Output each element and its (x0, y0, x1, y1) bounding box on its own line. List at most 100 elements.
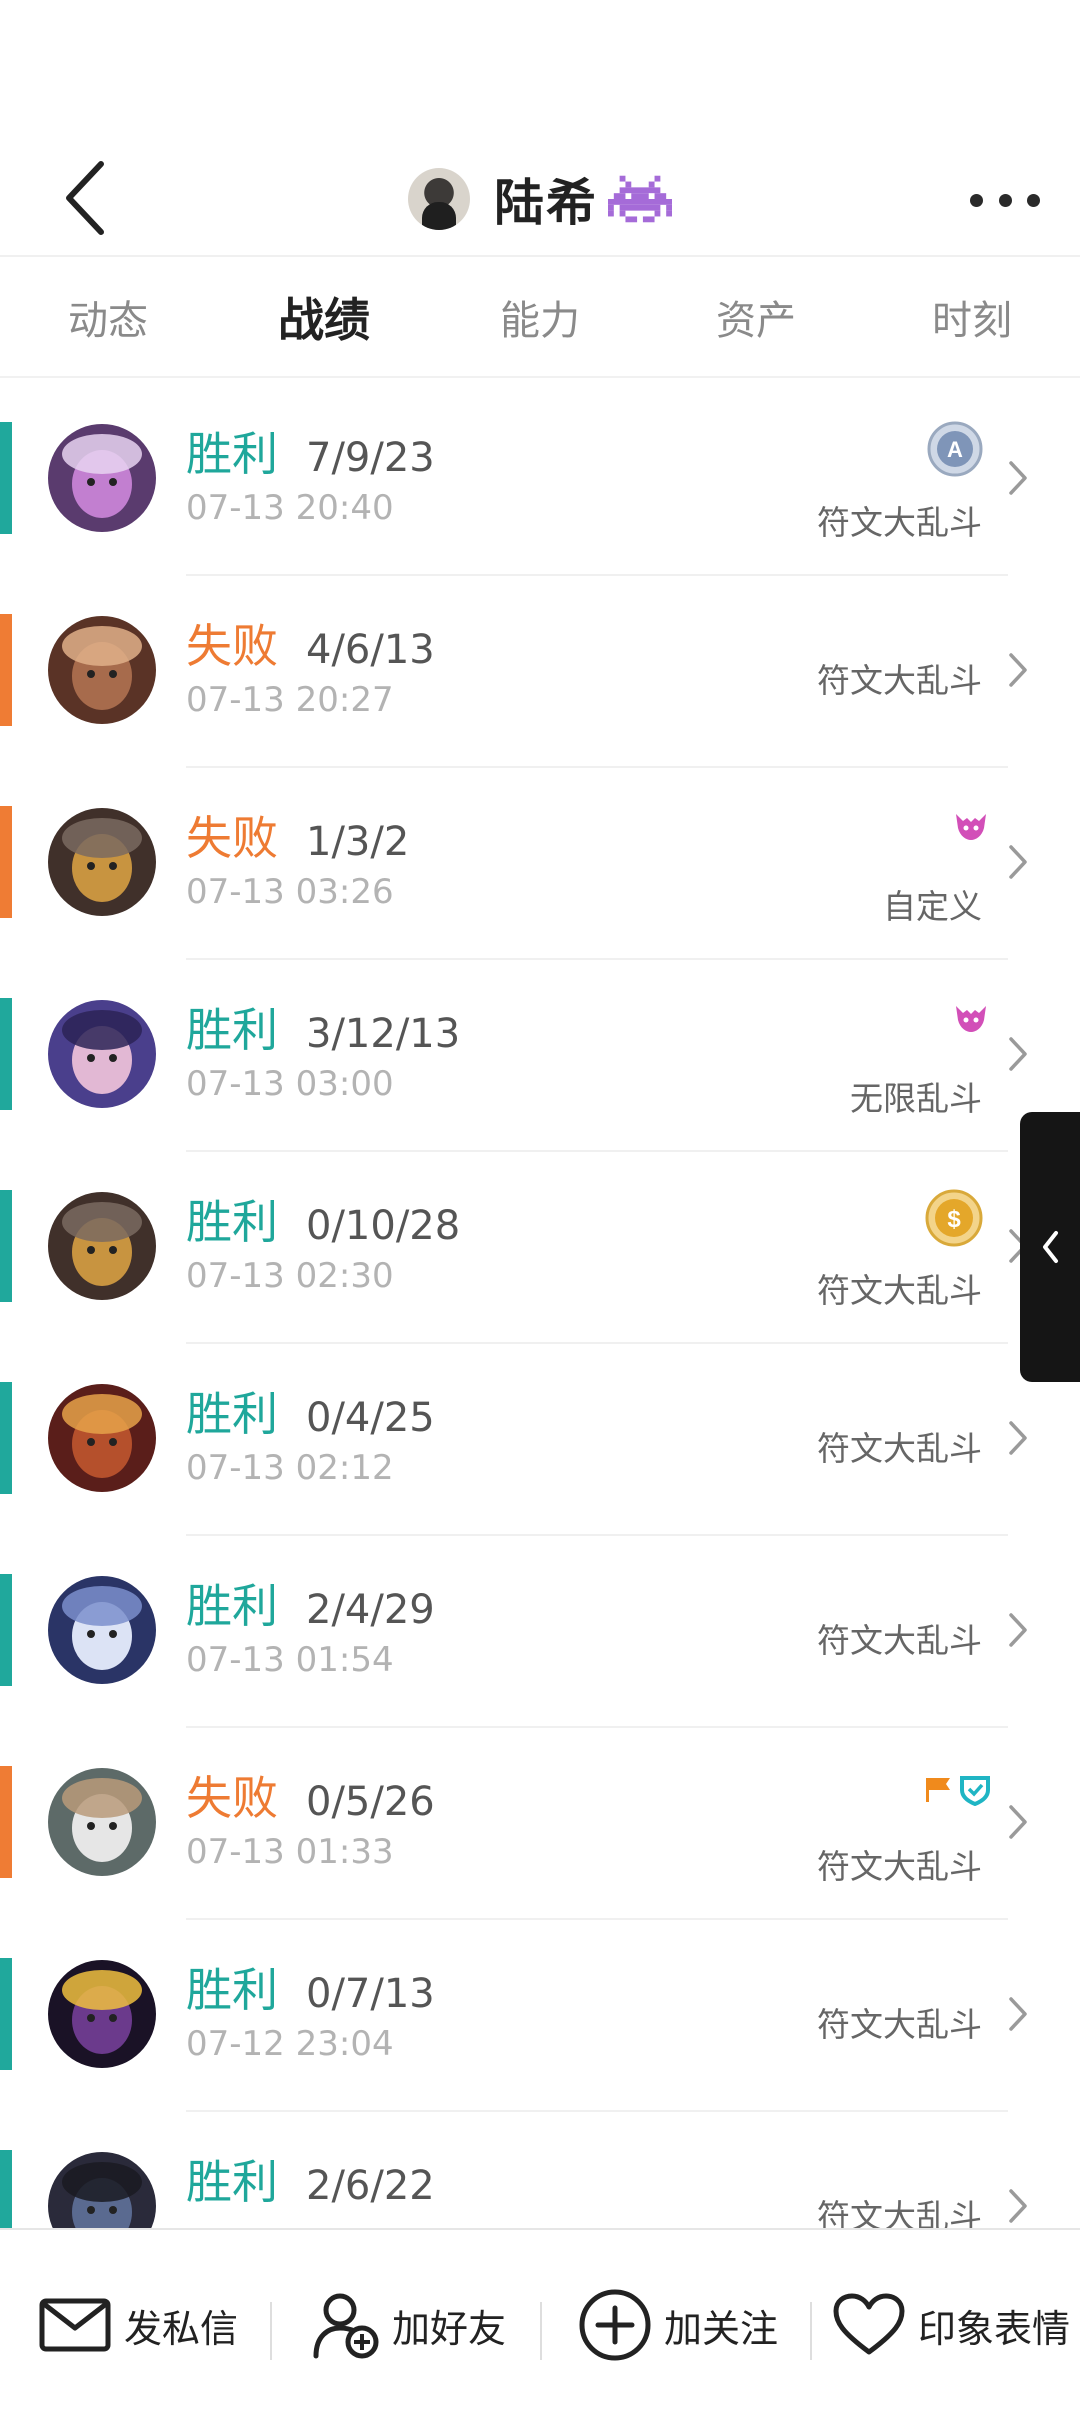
chevron-right-icon (1009, 845, 1027, 879)
match-row[interactable]: 胜利 0/7/13 07-12 23:04 符文大乱斗 (0, 1920, 1080, 2112)
champion-avatar (48, 424, 156, 532)
champion-avatar (48, 1576, 156, 1684)
match-history-page: 陆希 动态 战绩 能力 资产 时刻 胜利 7/9/23 07-13 20:40 … (0, 0, 1080, 2414)
match-result: 胜利 (186, 1387, 278, 1441)
match-time: 07-13 03:00 (186, 1064, 394, 1104)
match-result: 失败 (186, 619, 278, 673)
game-mode: 符文大乱斗 (817, 1847, 982, 1886)
match-result: 胜利 (186, 2155, 278, 2209)
result-indicator-bar (0, 806, 12, 918)
match-row[interactable]: 胜利 0/4/25 07-13 02:12 符文大乱斗 (0, 1344, 1080, 1536)
impression-label: 印象表情 (918, 2306, 1071, 2351)
champion-avatar (48, 1960, 156, 2068)
match-time: 07-13 01:33 (186, 1832, 394, 1872)
tab-moments[interactable]: 时刻 (864, 288, 1080, 346)
match-result: 失败 (186, 811, 278, 865)
match-row[interactable]: 失败 0/5/26 07-13 01:33 符文大乱斗 (0, 1728, 1080, 1920)
match-row[interactable]: 胜利 2/4/29 07-13 01:54 符文大乱斗 (0, 1536, 1080, 1728)
divider (810, 2302, 812, 2360)
add-friend-icon (313, 2293, 379, 2359)
match-row[interactable]: 胜利 0/10/28 07-13 02:30 $ 符文大乱斗 (0, 1152, 1080, 1344)
result-indicator-bar (0, 1958, 12, 2070)
match-time: 07-13 20:40 (186, 488, 394, 528)
kda-score: 1/3/2 (306, 819, 410, 865)
match-row[interactable]: 胜利 3/12/13 07-13 03:00 无限乱斗 (0, 960, 1080, 1152)
match-row[interactable]: 失败 4/6/13 07-13 20:27 符文大乱斗 (0, 576, 1080, 768)
add-friend-label: 加好友 (392, 2306, 507, 2351)
demon-icon (956, 814, 986, 840)
match-badge: A (926, 420, 984, 482)
match-badge: $ (924, 1188, 984, 1252)
match-time: 07-12 23:04 (186, 2024, 394, 2064)
kda-score: 2/4/29 (306, 1587, 435, 1633)
result-indicator-bar (0, 1766, 12, 1878)
match-result: 胜利 (186, 1579, 278, 1633)
champion-avatar (48, 1000, 156, 1108)
match-row[interactable]: 失败 1/3/2 07-13 03:26 自定义 (0, 768, 1080, 960)
more-options-button[interactable] (970, 170, 1040, 230)
side-drawer-handle[interactable] (1020, 1112, 1080, 1382)
game-mode: 自定义 (883, 887, 982, 926)
result-indicator-bar (0, 422, 12, 534)
tab-match-history[interactable]: 战绩 (216, 284, 432, 350)
follow-button[interactable]: 加关注 (578, 2280, 778, 2370)
game-mode: 无限乱斗 (850, 1079, 982, 1118)
champion-avatar (48, 1768, 156, 1876)
game-mode: 符文大乱斗 (817, 2005, 982, 2044)
svg-text:A: A (947, 437, 963, 462)
add-friend-button[interactable]: 加好友 (310, 2280, 506, 2370)
tab-bar: 动态 战绩 能力 资产 时刻 (0, 258, 1080, 376)
avatar[interactable] (408, 168, 470, 230)
champion-avatar (48, 616, 156, 724)
match-time: 07-13 02:30 (186, 1256, 394, 1296)
match-result: 胜利 (186, 1963, 278, 2017)
kda-score: 3/12/13 (306, 1011, 461, 1057)
chevron-right-icon (1009, 2189, 1027, 2223)
tab-ability[interactable]: 能力 (432, 288, 648, 346)
match-badge (954, 812, 988, 846)
game-mode: 符文大乱斗 (817, 1271, 982, 1310)
chevron-right-icon (1009, 1805, 1027, 1839)
match-row[interactable]: 胜利 7/9/23 07-13 20:40 A 符文大乱斗 (0, 384, 1080, 576)
mail-icon (39, 2298, 111, 2352)
game-mode: 符文大乱斗 (817, 1621, 982, 1660)
match-badge (922, 1774, 992, 1810)
tab-activity[interactable]: 动态 (0, 288, 216, 346)
chevron-left-icon (1043, 1231, 1058, 1263)
match-time: 07-13 01:54 (186, 1640, 394, 1680)
more-dot-icon (998, 193, 1012, 207)
more-dot-icon (970, 193, 983, 207)
demon-icon (956, 1006, 986, 1032)
divider (540, 2302, 542, 2360)
kda-score: 7/9/23 (306, 435, 435, 481)
match-result: 胜利 (186, 1195, 278, 1249)
profile-title: 陆希 (0, 154, 1080, 244)
match-list: 胜利 7/9/23 07-13 20:40 A 符文大乱斗 失败 4/6/13 07-13 2… (0, 384, 1080, 2304)
champion-avatar (48, 1192, 156, 1300)
divider (0, 255, 1080, 257)
send-message-button[interactable]: 发私信 (38, 2280, 238, 2370)
top-header: 陆希 (0, 140, 1080, 255)
gold-coin-icon: $ (925, 1189, 983, 1247)
match-time: 07-13 03:26 (186, 872, 394, 912)
chevron-right-icon (1009, 1421, 1027, 1455)
tab-assets[interactable]: 资产 (648, 288, 864, 346)
match-time: 07-13 02:12 (186, 1448, 394, 1488)
game-mode: 符文大乱斗 (817, 661, 982, 700)
follow-label: 加关注 (664, 2306, 779, 2351)
match-badge (954, 1004, 988, 1038)
impression-button[interactable]: 印象表情 (832, 2280, 1070, 2370)
kda-score: 0/7/13 (306, 1971, 435, 2017)
result-indicator-bar (0, 1574, 12, 1686)
kda-score: 0/10/28 (306, 1203, 461, 1249)
chevron-right-icon (1009, 1997, 1027, 2031)
alien-icon (608, 175, 672, 223)
heart-icon (833, 2293, 905, 2355)
rank-a-icon: A (927, 421, 983, 477)
game-mode: 符文大乱斗 (817, 503, 982, 542)
match-time: 07-13 20:27 (186, 680, 394, 720)
kda-score: 0/5/26 (306, 1779, 435, 1825)
kda-score: 4/6/13 (306, 627, 435, 673)
chevron-right-icon (1009, 1613, 1027, 1647)
chevron-right-icon (1009, 461, 1027, 495)
